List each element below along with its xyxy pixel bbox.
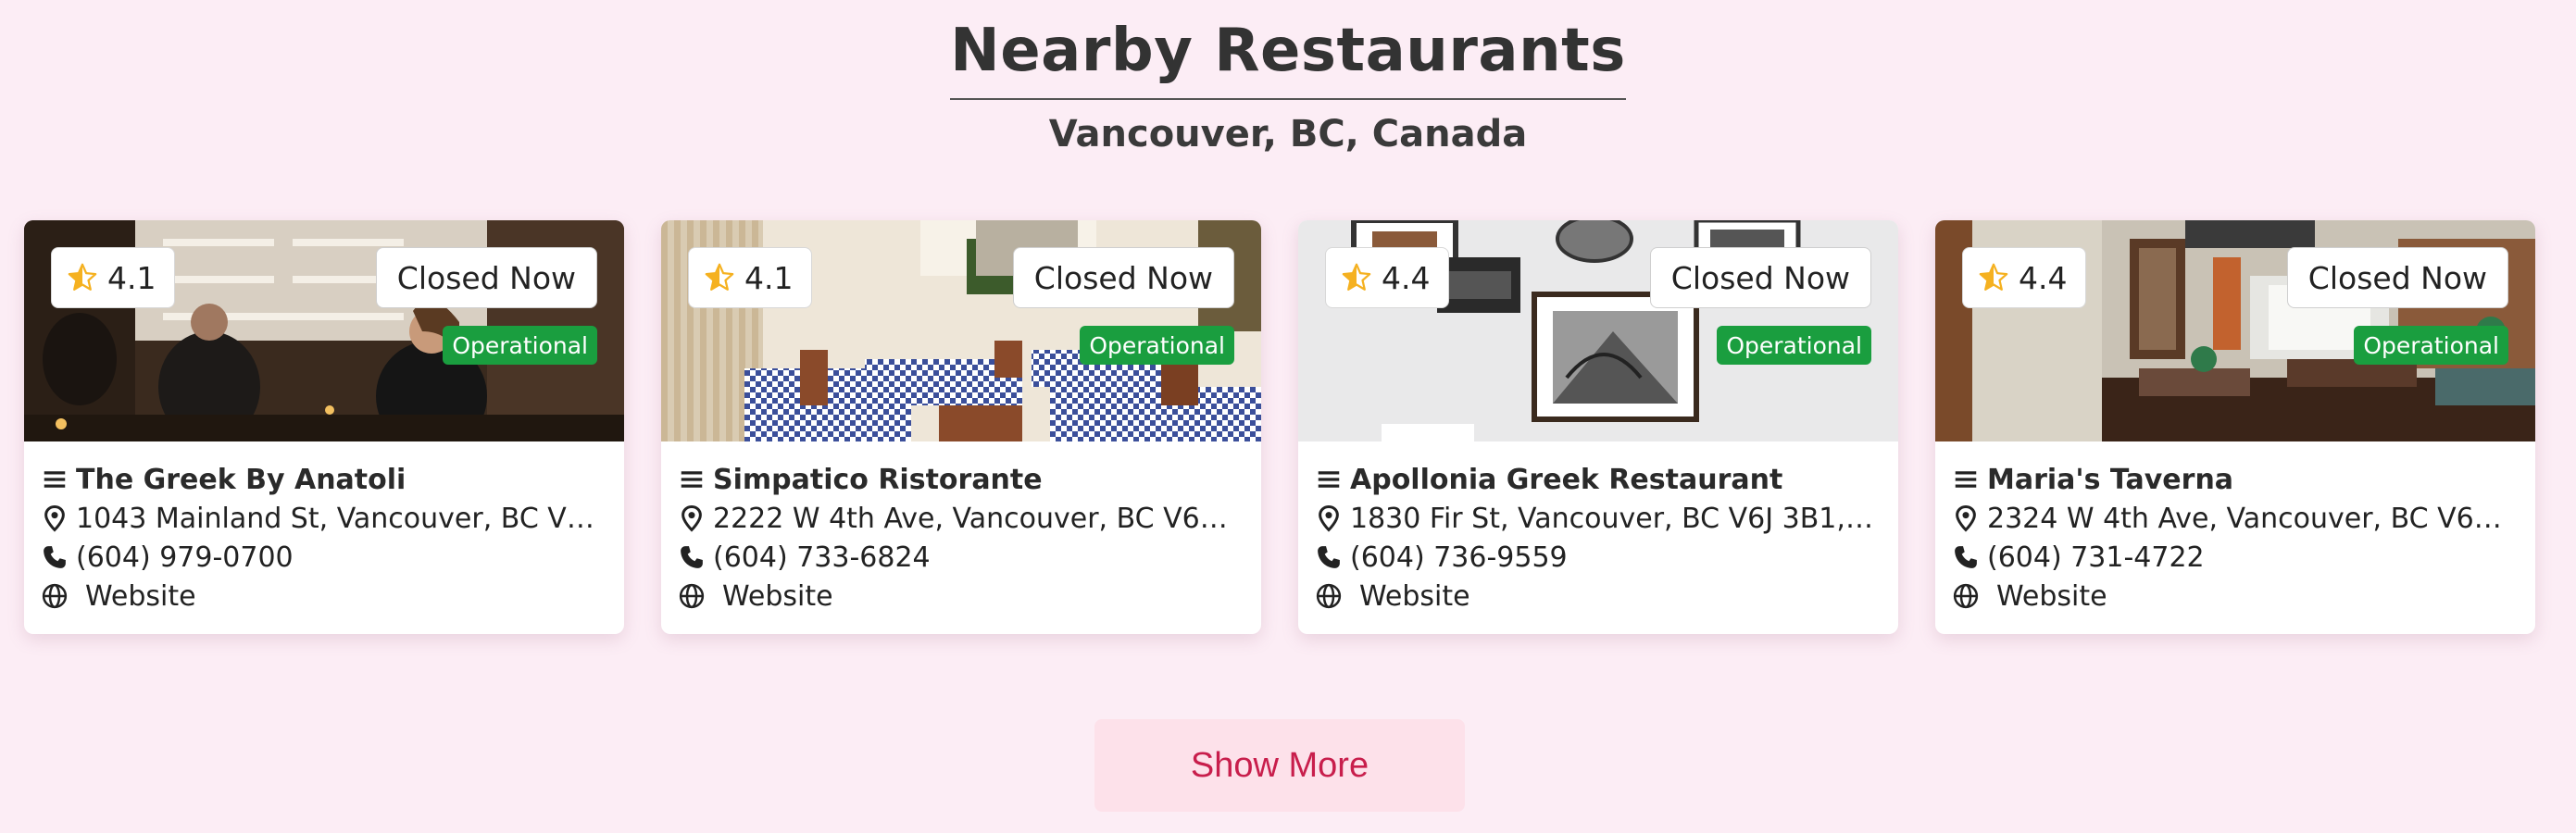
restaurant-card[interactable]: 4.1 Closed Now Operational Simpatico Ris…	[661, 220, 1261, 634]
phone-row: (604) 736-9559	[1315, 538, 1882, 577]
rating-badge: 4.4	[1325, 247, 1450, 308]
map-pin-icon	[44, 504, 65, 532]
open-state-badge: Closed Now	[375, 247, 597, 308]
website-row[interactable]: Website	[1952, 577, 2519, 615]
star-half-icon	[705, 263, 734, 291]
rating-value: 4.1	[744, 259, 794, 296]
phone-icon	[1955, 546, 1977, 568]
website-link[interactable]: Website	[1359, 580, 1470, 613]
address-row: 2324 W 4th Ave, Vancouver, BC V6K 1P4…	[1952, 499, 2519, 538]
restaurant-address: 2324 W 4th Ave, Vancouver, BC V6K 1P4…	[1987, 502, 2519, 535]
globe-icon	[1316, 583, 1342, 609]
address-row: 1043 Mainland St, Vancouver, BC V6B 5…	[41, 499, 607, 538]
star-half-icon	[68, 263, 97, 291]
restaurant-photo: 4.1 Closed Now Operational	[24, 220, 624, 441]
star-half-icon	[1979, 263, 2008, 291]
phone-icon	[44, 546, 66, 568]
rating-badge: 4.1	[688, 247, 813, 308]
list-icon	[1955, 471, 1977, 488]
restaurant-photo: 4.4 Closed Now Operational	[1298, 220, 1898, 441]
map-pin-icon	[682, 504, 702, 532]
restaurant-phone[interactable]: (604) 979-0700	[76, 541, 294, 574]
website-link[interactable]: Website	[722, 580, 833, 613]
restaurant-info: Apollonia Greek Restaurant 1830 Fir St, …	[1298, 441, 1898, 615]
rating-badge: 4.4	[1962, 247, 2087, 308]
status-badge: Operational	[443, 326, 597, 365]
restaurant-info: Maria's Taverna 2324 W 4th Ave, Vancouve…	[1935, 441, 2535, 615]
status-badge: Operational	[1717, 326, 1871, 365]
restaurant-phone[interactable]: (604) 731-4722	[1987, 541, 2205, 574]
list-icon	[44, 471, 66, 488]
open-state-badge: Closed Now	[1649, 247, 1871, 308]
page-title: Nearby Restaurants	[950, 17, 1626, 100]
restaurant-info: The Greek By Anatoli 1043 Mainland St, V…	[24, 441, 624, 615]
restaurant-info: Simpatico Ristorante 2222 W 4th Ave, Van…	[661, 441, 1261, 615]
status-badge: Operational	[1080, 326, 1234, 365]
map-pin-icon	[1956, 504, 1976, 532]
website-row[interactable]: Website	[678, 577, 1244, 615]
star-half-icon	[1342, 263, 1371, 291]
phone-row: (604) 979-0700	[41, 538, 607, 577]
restaurant-name-row: Simpatico Ristorante	[678, 460, 1244, 499]
globe-icon	[42, 583, 68, 609]
map-pin-icon	[1319, 504, 1339, 532]
website-row[interactable]: Website	[41, 577, 607, 615]
restaurant-phone[interactable]: (604) 733-6824	[713, 541, 931, 574]
show-more-button[interactable]: Show More	[1094, 719, 1465, 812]
restaurant-address: 2222 W 4th Ave, Vancouver, BC V6K 1N8…	[713, 502, 1244, 535]
open-state-badge: Closed Now	[2286, 247, 2508, 308]
address-row: 2222 W 4th Ave, Vancouver, BC V6K 1N8…	[678, 499, 1244, 538]
list-icon	[681, 471, 703, 488]
phone-row: (604) 731-4722	[1952, 538, 2519, 577]
rating-value: 4.1	[107, 259, 156, 296]
restaurant-name-row: Apollonia Greek Restaurant	[1315, 460, 1882, 499]
restaurant-card[interactable]: 4.4 Closed Now Operational Maria's Taver…	[1935, 220, 2535, 634]
restaurant-card[interactable]: 4.4 Closed Now Operational Apollonia Gre…	[1298, 220, 1898, 634]
phone-row: (604) 733-6824	[678, 538, 1244, 577]
restaurant-phone[interactable]: (604) 736-9559	[1350, 541, 1568, 574]
page-header: Nearby Restaurants Vancouver, BC, Canada	[0, 0, 2576, 155]
open-state-badge: Closed Now	[1012, 247, 1234, 308]
restaurant-address: 1043 Mainland St, Vancouver, BC V6B 5…	[76, 502, 607, 535]
rating-value: 4.4	[1382, 259, 1431, 296]
restaurant-name: Apollonia Greek Restaurant	[1350, 463, 1783, 496]
globe-icon	[1953, 583, 1979, 609]
restaurant-address: 1830 Fir St, Vancouver, BC V6J 3B1, Can…	[1350, 502, 1882, 535]
phone-icon	[1318, 546, 1340, 568]
globe-icon	[679, 583, 705, 609]
restaurant-name: The Greek By Anatoli	[76, 463, 406, 496]
rating-badge: 4.1	[51, 247, 176, 308]
restaurant-card[interactable]: 4.1 Closed Now Operational The Greek By …	[24, 220, 624, 634]
list-icon	[1318, 471, 1340, 488]
restaurant-name: Simpatico Ristorante	[713, 463, 1043, 496]
rating-value: 4.4	[2019, 259, 2068, 296]
website-link[interactable]: Website	[1996, 580, 2107, 613]
restaurant-name-row: The Greek By Anatoli	[41, 460, 607, 499]
restaurant-name: Maria's Taverna	[1987, 463, 2234, 496]
restaurant-name-row: Maria's Taverna	[1952, 460, 2519, 499]
address-row: 1830 Fir St, Vancouver, BC V6J 3B1, Can…	[1315, 499, 1882, 538]
phone-icon	[681, 546, 703, 568]
website-row[interactable]: Website	[1315, 577, 1882, 615]
restaurant-photo: 4.4 Closed Now Operational	[1935, 220, 2535, 441]
location-subtitle: Vancouver, BC, Canada	[1048, 113, 1528, 155]
status-badge: Operational	[2354, 326, 2508, 365]
website-link[interactable]: Website	[85, 580, 196, 613]
restaurant-photo: 4.1 Closed Now Operational	[661, 220, 1261, 441]
